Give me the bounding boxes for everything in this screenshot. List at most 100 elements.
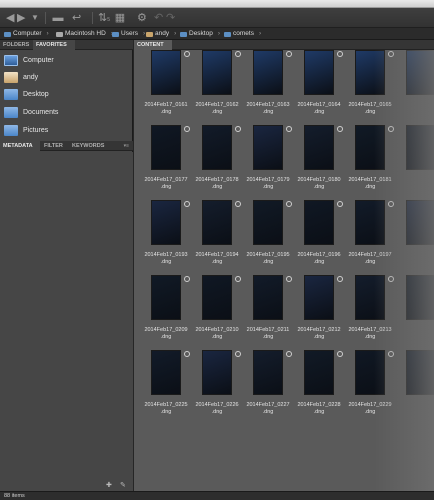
- thumbnail-image: [355, 350, 385, 395]
- thumbnail-cell[interactable]: 2014Feb17_0212 .dng: [294, 275, 344, 350]
- thumbnail-cell[interactable]: 2014Feb17_0229 .dng: [345, 350, 395, 425]
- thumbnail-cell[interactable]: 2014Feb17_0196 .dng: [294, 200, 344, 275]
- path-item-macintosh-hd[interactable]: Macintosh HD›: [56, 28, 113, 40]
- settings-icon[interactable]: ⚙: [137, 12, 147, 24]
- favorite-item-computer[interactable]: Computer: [4, 52, 129, 68]
- stack-icon: [388, 126, 394, 132]
- back-arrow-icon[interactable]: ◀: [6, 12, 14, 24]
- tab-favorites[interactable]: FAVORITES: [33, 40, 75, 50]
- thumbnail-image: [406, 350, 434, 395]
- left-panel-tabs: FOLDERS FAVORITES: [0, 40, 133, 50]
- thumbnail-cell[interactable]: 2014Feb17_0193 .dng: [141, 200, 191, 275]
- folder-icon: [4, 106, 18, 118]
- thumbnail-cell[interactable]: 2014Feb17_0161 .dng: [141, 50, 191, 125]
- path-item-computer[interactable]: Computer ›: [4, 28, 49, 40]
- thumbnail-cell[interactable]: 2014Feb17_0225 .dng: [141, 350, 191, 425]
- thumbnail-cell[interactable]: 2014Feb17_0179 .dng: [243, 125, 293, 200]
- boomerang-icon[interactable]: ↩: [72, 12, 81, 24]
- dropdown-icon[interactable]: ▼: [31, 12, 39, 24]
- recent-folder-icon[interactable]: ▬: [52, 12, 64, 24]
- stack-icon: [184, 276, 190, 282]
- thumbnail-cell[interactable]: 2014Feb17_0197 .dng: [345, 200, 395, 275]
- stack-icon: [184, 201, 190, 207]
- stack-icon: [184, 126, 190, 132]
- thumbnail-cell[interactable]: 2014Feb17_0209 .dng: [141, 275, 191, 350]
- thumbnail-caption: 2014Feb17_0226 .dng: [195, 402, 239, 415]
- thumbnail-cell[interactable]: 2014Feb17_0227 .dng: [243, 350, 293, 425]
- refine-badge: 5: [107, 17, 110, 23]
- thumbnail-cell[interactable]: [396, 50, 434, 125]
- thumbnail-caption: 2014Feb17_0165 .dng: [348, 102, 392, 115]
- thumbnail-cell[interactable]: 2014Feb17_0177 .dng: [141, 125, 191, 200]
- thumbnail-image: [151, 200, 181, 245]
- metadata-panel: [0, 152, 133, 491]
- thumbnail-cell[interactable]: [396, 350, 434, 425]
- panel-menu-icon[interactable]: ▾≡: [124, 143, 129, 149]
- thumbnail-caption: 2014Feb17_0229 .dng: [348, 402, 392, 415]
- thumbnail-cell[interactable]: 2014Feb17_0194 .dng: [192, 200, 242, 275]
- thumbnail-caption: 2014Feb17_0161 .dng: [144, 102, 188, 115]
- thumbnail-cell[interactable]: 2014Feb17_0178 .dng: [192, 125, 242, 200]
- rotate-right-icon[interactable]: ↷: [166, 12, 175, 24]
- stack-icon: [337, 201, 343, 207]
- thumbnail-cell[interactable]: 2014Feb17_0226 .dng: [192, 350, 242, 425]
- stack-icon: [286, 126, 292, 132]
- thumbnail-image: [151, 350, 181, 395]
- chevron-right-icon: ›: [217, 30, 221, 37]
- thumbnail-caption: 2014Feb17_0210 .dng: [195, 327, 239, 340]
- favorite-item-andy[interactable]: andy: [4, 69, 129, 85]
- home-icon: [4, 71, 18, 83]
- thumbnail-cell[interactable]: [396, 125, 434, 200]
- tab-content[interactable]: CONTENT: [134, 40, 172, 50]
- thumbnail-cell[interactable]: 2014Feb17_0181 .dng: [345, 125, 395, 200]
- thumbnail-cell[interactable]: 2014Feb17_0165 .dng: [345, 50, 395, 125]
- hard-drive-icon: [56, 31, 63, 37]
- stack-icon: [235, 201, 241, 207]
- thumbnail-cell[interactable]: 2014Feb17_0228 .dng: [294, 350, 344, 425]
- thumbnail-cell[interactable]: 2014Feb17_0210 .dng: [192, 275, 242, 350]
- new-item-icon[interactable]: ✚: [106, 481, 112, 489]
- stack-icon: [235, 51, 241, 57]
- path-item-andy[interactable]: andy ›: [146, 28, 176, 40]
- thumbnail-image: [202, 200, 232, 245]
- thumbnail-cell[interactable]: [396, 200, 434, 275]
- tab-folders[interactable]: FOLDERS: [0, 40, 32, 50]
- toolbar: ◀ ▶ ▼ ▬ ↩ ⇅5 ▦ ⚙ ↶ ↷: [0, 8, 434, 28]
- thumbnail-caption: 2014Feb17_0179 .dng: [246, 177, 290, 190]
- tab-metadata[interactable]: METADATA: [0, 141, 40, 151]
- path-item-comets[interactable]: comets ›: [224, 28, 261, 40]
- chevron-right-icon: ›: [174, 30, 177, 37]
- batch-rename-icon[interactable]: ▦: [114, 12, 126, 24]
- thumbnail-image: [304, 275, 334, 320]
- rotate-left-icon[interactable]: ↶: [154, 12, 163, 24]
- favorite-item-desktop[interactable]: Desktop: [4, 86, 129, 102]
- path-item-users[interactable]: Users ›: [112, 28, 145, 40]
- pencil-icon[interactable]: ✎: [120, 481, 126, 489]
- home-icon: [146, 31, 153, 37]
- tab-filter[interactable]: FILTER: [41, 141, 68, 151]
- tab-keywords[interactable]: KEYWORDS: [69, 141, 109, 151]
- refine-icon[interactable]: ⇅5: [98, 12, 110, 24]
- thumbnail-cell[interactable]: 2014Feb17_0211 .dng: [243, 275, 293, 350]
- thumbnail-cell[interactable]: 2014Feb17_0180 .dng: [294, 125, 344, 200]
- thumbnail-cell[interactable]: 2014Feb17_0162 .dng: [192, 50, 242, 125]
- thumbnail-image: [406, 125, 434, 170]
- thumbnail-cell[interactable]: [396, 275, 434, 350]
- thumbnail-caption: 2014Feb17_0196 .dng: [297, 252, 341, 265]
- thumbnail-cell[interactable]: 2014Feb17_0213 .dng: [345, 275, 395, 350]
- thumbnail-image: [202, 350, 232, 395]
- favorite-item-documents[interactable]: Documents: [4, 104, 129, 120]
- thumbnail-cell[interactable]: 2014Feb17_0164 .dng: [294, 50, 344, 125]
- favorite-item-pictures[interactable]: Pictures: [4, 122, 129, 138]
- thumbnail-image: [355, 200, 385, 245]
- path-item-desktop[interactable]: Desktop ›: [180, 28, 220, 40]
- thumbnail-cell[interactable]: 2014Feb17_0195 .dng: [243, 200, 293, 275]
- thumbnail-image: [202, 125, 232, 170]
- forward-arrow-icon[interactable]: ▶: [17, 12, 25, 24]
- stack-icon: [388, 51, 394, 57]
- stack-icon: [235, 126, 241, 132]
- stack-icon: [337, 276, 343, 282]
- stack-icon: [388, 351, 394, 357]
- thumbnail-image: [253, 200, 283, 245]
- thumbnail-cell[interactable]: 2014Feb17_0163 .dng: [243, 50, 293, 125]
